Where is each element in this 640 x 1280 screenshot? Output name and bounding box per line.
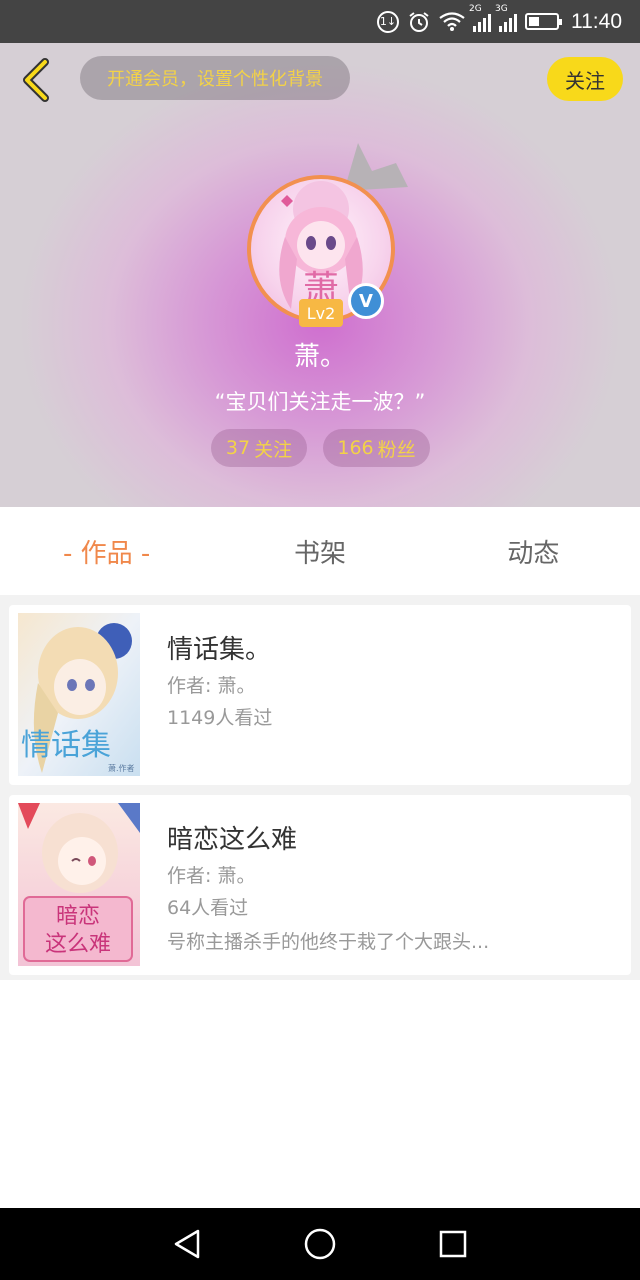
following-number: 37 xyxy=(225,437,251,459)
book-views: 1149人看过 xyxy=(167,707,273,729)
vip-background-prompt[interactable]: 开通会员，设置个性化背景 xyxy=(80,56,350,100)
following-label: 关注 xyxy=(254,438,293,461)
svg-text:萧.作者: 萧.作者 xyxy=(108,763,135,773)
nav-home-button[interactable] xyxy=(296,1220,344,1268)
followers-count[interactable]: 166 粉丝 xyxy=(323,429,430,467)
status-bar: 1↓ 2G 3G 11:40 xyxy=(0,0,640,43)
tab-works[interactable]: - 作品 - xyxy=(0,533,213,570)
book-title: 暗恋这么难 xyxy=(167,825,298,855)
system-nav-bar xyxy=(0,1208,640,1280)
battery-icon xyxy=(525,13,562,30)
svg-text:情话集: 情话集 xyxy=(21,728,111,763)
signature: “宝贝们关注走一波？” xyxy=(214,390,426,414)
square-recents-icon xyxy=(440,1230,467,1258)
book-author: 作者: 萧。 xyxy=(167,865,256,887)
followers-number: 166 xyxy=(337,437,374,459)
profile-header: 开通会员，设置个性化背景 关注 萧 Lv2 V 萧。 “宝贝们关注走一波？” 3… xyxy=(0,43,640,507)
list-item[interactable]: 暗恋 这么难 暗恋这么难 作者: 萧。 64人看过 号称主播杀手的他终于栽了个大… xyxy=(9,795,631,975)
book-cover: 情话集 萧.作者 xyxy=(18,613,140,776)
followers-label: 粉丝 xyxy=(377,438,416,461)
follow-button[interactable]: 关注 xyxy=(547,57,623,101)
svg-text:暗恋: 暗恋 xyxy=(56,904,100,929)
tab-bookshelf[interactable]: 书架 xyxy=(213,533,426,570)
level-badge: Lv2 xyxy=(299,299,343,327)
nav-back-button[interactable] xyxy=(163,1220,211,1268)
book-views: 64人看过 xyxy=(167,897,249,919)
signal-2g-icon: 2G xyxy=(469,4,491,32)
chevron-left-icon xyxy=(23,58,49,102)
following-count[interactable]: 37 关注 xyxy=(211,429,307,467)
book-title: 情话集。 xyxy=(167,635,272,665)
back-button[interactable] xyxy=(14,55,58,105)
username: 萧。 xyxy=(293,342,346,372)
nav-recents-button[interactable] xyxy=(429,1220,477,1268)
list-item[interactable]: 情话集 萧.作者 情话集。 作者: 萧。 1149人看过 xyxy=(9,605,631,785)
profile-tabs: - 作品 - 书架 动态 xyxy=(0,507,640,595)
book-author: 作者: 萧。 xyxy=(167,675,256,697)
verified-icon: V xyxy=(348,283,384,319)
wifi-icon xyxy=(439,11,465,32)
signal-3g-icon: 3G xyxy=(495,4,517,32)
svg-text:这么难: 这么难 xyxy=(45,932,111,957)
circle-home-icon xyxy=(304,1228,336,1260)
status-time: 11:40 xyxy=(571,9,622,33)
triangle-back-icon xyxy=(174,1229,199,1259)
book-description: 号称主播杀手的他终于栽了个大跟头... xyxy=(167,931,490,953)
book-cover: 暗恋 这么难 xyxy=(18,803,140,966)
alarm-icon xyxy=(407,10,431,34)
tab-activity[interactable]: 动态 xyxy=(427,533,640,570)
data-saver-icon: 1↓ xyxy=(377,10,399,33)
